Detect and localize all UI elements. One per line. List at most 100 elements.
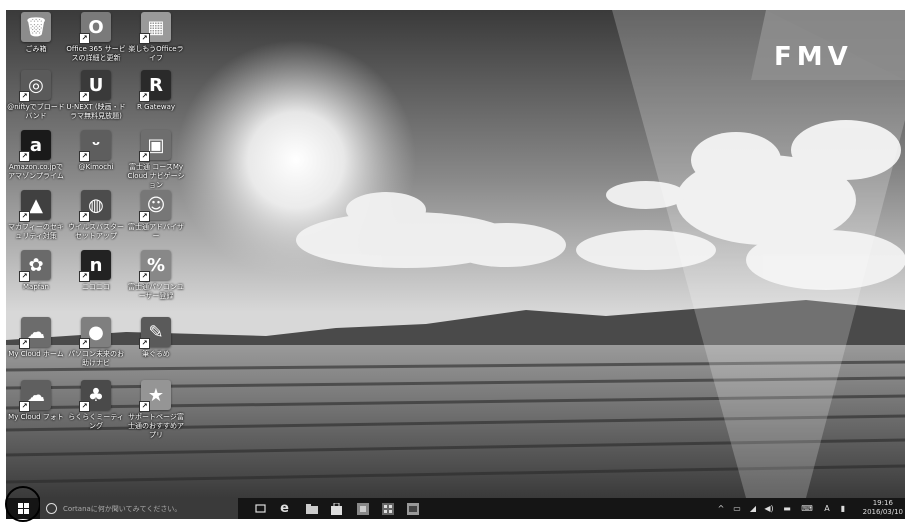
desktop-icon-o365[interactable]: O ↗ Office 365 サービスの詳細と更新 (66, 12, 126, 63)
search-placeholder: Cortanaに何か聞いてみてください。 (63, 504, 182, 513)
desktop-icon-label: Office 365 サービスの詳細と更新 (66, 45, 126, 62)
fujitsu-cloud-icon: ▣ ↗ (139, 130, 171, 162)
desktop-icon-brush[interactable]: ✎ ↗ 筆ぐるめ (126, 317, 186, 359)
desktop-icon-excite[interactable]: ● ↗ パソコン未来のお助けナビ (66, 317, 126, 368)
nikoniko-icon: n ↗ (79, 250, 111, 282)
excite-glyph: ● (88, 321, 104, 343)
tray-volume[interactable]: ◀) (764, 503, 774, 514)
desktop-icon-label: My Cloud ホーム (8, 350, 64, 358)
cortana-icon (46, 503, 57, 514)
start-highlight-circle (5, 486, 41, 522)
desktop-icon-r-gateway[interactable]: R ↗ R Gateway (126, 70, 186, 112)
mapion-glyph: ✿ (28, 254, 44, 276)
desktop-icon-label: らくらくミーティング (68, 413, 124, 430)
desktop-icon-mycloud-photo[interactable]: ☁ ↗ My Cloud フォト (6, 380, 66, 422)
desktop-icon-mycloud-sync[interactable]: ☁ ↗ My Cloud ホーム (6, 317, 66, 359)
desktop-icon-label: サポートページ富士通のおすすめアプリ (128, 413, 184, 439)
edge-button[interactable]: e (278, 501, 291, 516)
task-view-button[interactable] (254, 502, 267, 515)
shortcut-arrow-icon: ↗ (19, 151, 30, 162)
tray-ime[interactable]: A (822, 503, 832, 514)
desktop-icon-label: @niftyでブロードバンド (7, 103, 65, 120)
biglobe-glyph: ᵕ (91, 134, 101, 156)
desktop-icon-advisor[interactable]: ☺ ↗ 富士通アドバイザー (126, 190, 186, 241)
desktop-icon-nikoniko[interactable]: n ↗ ニコニコ (66, 250, 126, 292)
security-icon: ▲ ↗ (19, 190, 51, 222)
desktop-icon-office-life[interactable]: ▦ ↗ 楽しもうOfficeライフ (126, 12, 186, 63)
desktop-icon-biglobe[interactable]: ᵕ ↗ @Kimochi (66, 130, 126, 172)
tray-battery[interactable]: ▭ (732, 503, 742, 514)
desktop-icon-rakuraku[interactable]: ♣ ↗ らくらくミーティング (66, 380, 126, 431)
cortana-search-box[interactable]: Cortanaに何か聞いてみてください。 (40, 498, 238, 519)
battery-icon: ▭ (733, 504, 741, 513)
taskbar-app-2[interactable] (381, 502, 394, 515)
taskbar-clock[interactable]: 19:16 2016/03/10 (863, 499, 903, 517)
wifi-icon: ◢ (749, 504, 757, 513)
clock-time: 19:16 (872, 499, 893, 507)
excite-icon: ● ↗ (79, 317, 111, 349)
tray-message[interactable]: ▬ (782, 503, 792, 514)
shortcut-arrow-icon: ↗ (79, 338, 90, 349)
shortcut-arrow-icon: ↗ (79, 33, 90, 44)
rakuraku-icon: ♣ ↗ (79, 380, 111, 412)
desktop-icon-unext[interactable]: U ↗ U-NEXT (映画・ドラマ無料見放題) (66, 70, 126, 121)
desktop-icon-label: 楽しもうOfficeライフ (128, 45, 184, 62)
explorer-button[interactable] (305, 502, 318, 515)
tray-notification[interactable]: ▮ (838, 503, 848, 514)
desktop-icon-recycle[interactable]: 🗑 ごみ箱 (6, 12, 66, 54)
mycloud-sync-icon: ☁ ↗ (19, 317, 51, 349)
desktop-icon-label: ごみ箱 (25, 45, 47, 53)
taskbar-app-1[interactable] (356, 502, 369, 515)
store-button[interactable] (330, 502, 343, 515)
biglobe-icon: ᵕ ↗ (79, 130, 111, 162)
shortcut-arrow-icon: ↗ (79, 91, 90, 102)
brush-glyph: ✎ (148, 321, 164, 343)
nifty-icon: ◎ ↗ (19, 70, 51, 102)
shortcut-arrow-icon: ↗ (79, 401, 90, 412)
pc-course-icon: % ↗ (139, 250, 171, 282)
desktop-icon-amazon[interactable]: a ↗ Amazon.co.jpでアマゾンプライム (6, 130, 66, 181)
desktop-icon-support[interactable]: ★ ↗ サポートページ富士通のおすすめアプリ (126, 380, 186, 440)
amazon-icon: a ↗ (19, 130, 51, 162)
app-tile-icon (356, 502, 369, 515)
unext-icon: U ↗ (79, 70, 111, 102)
edge-icon: e (280, 501, 289, 516)
brush-icon: ✎ ↗ (139, 317, 171, 349)
message-icon: ▬ (783, 504, 791, 513)
show-hidden-icons[interactable]: ^ (716, 503, 726, 514)
shortcut-arrow-icon: ↗ (79, 211, 90, 222)
shortcut-arrow-icon: ↗ (19, 271, 30, 282)
nifty-glyph: ◎ (28, 74, 44, 96)
desktop-icon-pc-course[interactable]: % ↗ 富士通パソコンユーザー登録 (126, 250, 186, 301)
desktop[interactable]: FMV 🗑 ごみ箱 O ↗ Office 365 サービスの詳細と更新 ▦ ↗ 楽しもうOff… (6, 10, 905, 498)
trendmicro-icon: ◍ ↗ (79, 190, 111, 222)
r-gateway-glyph: R (149, 74, 163, 96)
desktop-icon-label: R Gateway (136, 103, 175, 111)
shortcut-arrow-icon: ↗ (139, 211, 150, 222)
shortcut-arrow-icon: ↗ (19, 338, 30, 349)
desktop-icon-label: My Cloud フォト (8, 413, 64, 421)
office-life-icon: ▦ ↗ (139, 12, 171, 44)
mapion-icon: ✿ ↗ (19, 250, 51, 282)
desktop-icon-mapion[interactable]: ✿ ↗ Mapfan (6, 250, 66, 292)
taskbar: Cortanaに何か聞いてみてください。 e ^ ▭ ◢ ◀) ▬ ⌨ A ▮ … (5, 486, 905, 522)
desktop-icon-label: U-NEXT (映画・ドラマ無料見放題) (66, 103, 126, 120)
shortcut-arrow-icon: ↗ (139, 401, 150, 412)
tray-keyboard[interactable]: ⌨ (801, 503, 813, 514)
r-gateway-icon: R ↗ (139, 70, 171, 102)
desktop-icon-fujitsu-cloud[interactable]: ▣ ↗ 富士通 コースMy Cloud ナビゲーション (126, 130, 186, 190)
security-glyph: ▲ (29, 194, 43, 216)
desktop-icon-trendmicro[interactable]: ◍ ↗ ウイルスバスターセットアップ (66, 190, 126, 241)
notification-icon: ▮ (840, 504, 846, 513)
desktop-icon-label: マカフィーのセキュリティ対策 (8, 223, 64, 240)
fmv-logo: FMV (774, 42, 853, 72)
taskbar-app-3[interactable] (406, 502, 419, 515)
speaker-icon: ◀) (764, 504, 774, 513)
desktop-icon-label: 筆ぐるめ (142, 350, 170, 358)
desktop-icon-security[interactable]: ▲ ↗ マカフィーのセキュリティ対策 (6, 190, 66, 241)
desktop-icon-label: ウイルスバスターセットアップ (68, 223, 124, 240)
desktop-icon-label: @Kimochi (78, 163, 114, 171)
tray-network[interactable]: ◢ (748, 503, 758, 514)
desktop-icon-nifty[interactable]: ◎ ↗ @niftyでブロードバンド (6, 70, 66, 121)
shortcut-arrow-icon: ↗ (19, 211, 30, 222)
